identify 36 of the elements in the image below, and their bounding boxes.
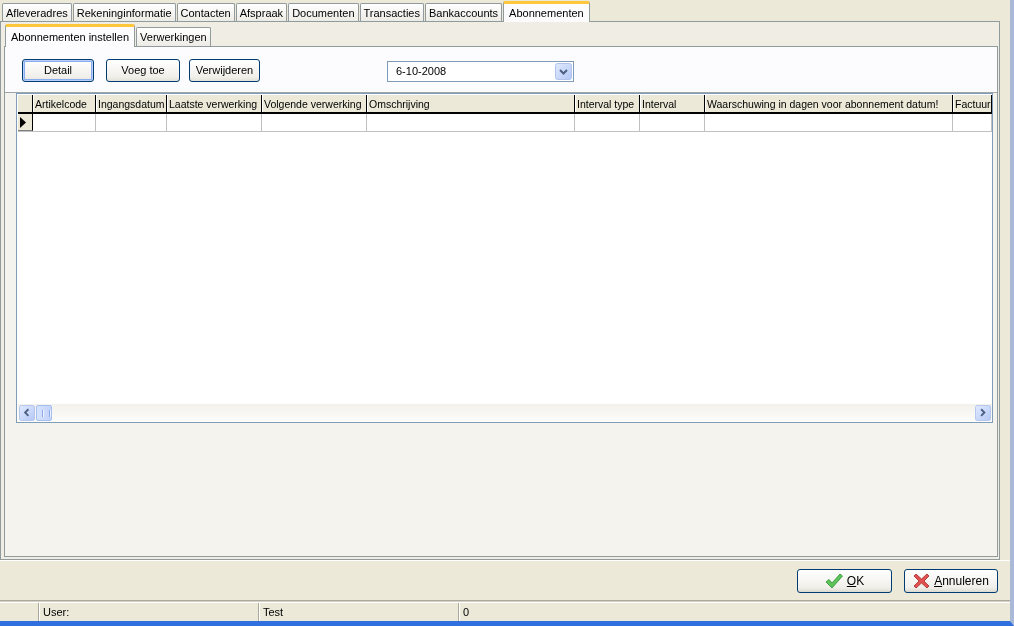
date-combo-box[interactable]: 6-10-2008: [387, 60, 574, 82]
toolbar-button[interactable]: Verwijderen: [189, 58, 260, 82]
tab[interactable]: Abonnementen: [503, 1, 590, 22]
scrollbar-thumb[interactable]: [36, 405, 52, 421]
column-header[interactable]: Factuur: [953, 95, 992, 112]
horizontal-scrollbar[interactable]: [18, 404, 992, 422]
column-header[interactable]: Ingangsdatum: [96, 95, 167, 112]
column-header[interactable]: Waarschuwing in dagen voor abonnement datum!: [705, 95, 953, 112]
tab[interactable]: Afspraak: [235, 3, 288, 21]
tab[interactable]: Verwerkingen: [136, 27, 211, 46]
column-header[interactable]: Omschrijving: [367, 95, 575, 112]
tab[interactable]: Bankaccounts: [424, 3, 503, 21]
tab[interactable]: Rekeninginformatie: [72, 3, 176, 21]
chevron-left-icon[interactable]: [19, 405, 35, 421]
dialog-button[interactable]: OK: [797, 569, 892, 593]
checkmark-icon: [824, 573, 843, 589]
toolbar-button[interactable]: Detail: [22, 58, 94, 82]
toolbar-button[interactable]: Voeg toe: [106, 58, 180, 82]
tab[interactable]: Transacties: [359, 3, 424, 21]
cross-icon: [913, 573, 931, 589]
tab[interactable]: Abonnementen instellen: [5, 24, 136, 47]
column-header[interactable]: Interval type: [575, 95, 640, 112]
status-text: Test: [263, 606, 284, 618]
tab[interactable]: Afleveradres: [2, 3, 72, 21]
chevron-down-icon[interactable]: [555, 62, 572, 80]
status-text: User:: [43, 606, 70, 618]
status-text: 0: [463, 606, 470, 618]
column-header[interactable]: Interval: [640, 95, 705, 112]
chevron-right-icon[interactable]: [975, 405, 991, 421]
tab[interactable]: Documenten: [288, 3, 359, 21]
dialog-button[interactable]: Annuleren: [904, 569, 998, 593]
column-header[interactable]: Artikelcode: [33, 95, 96, 112]
tab[interactable]: Contacten: [176, 3, 235, 21]
column-header[interactable]: Volgende verwerking: [262, 95, 367, 112]
row-header-cell[interactable]: [18, 114, 33, 131]
column-header[interactable]: Laatste verwerking: [167, 95, 262, 112]
